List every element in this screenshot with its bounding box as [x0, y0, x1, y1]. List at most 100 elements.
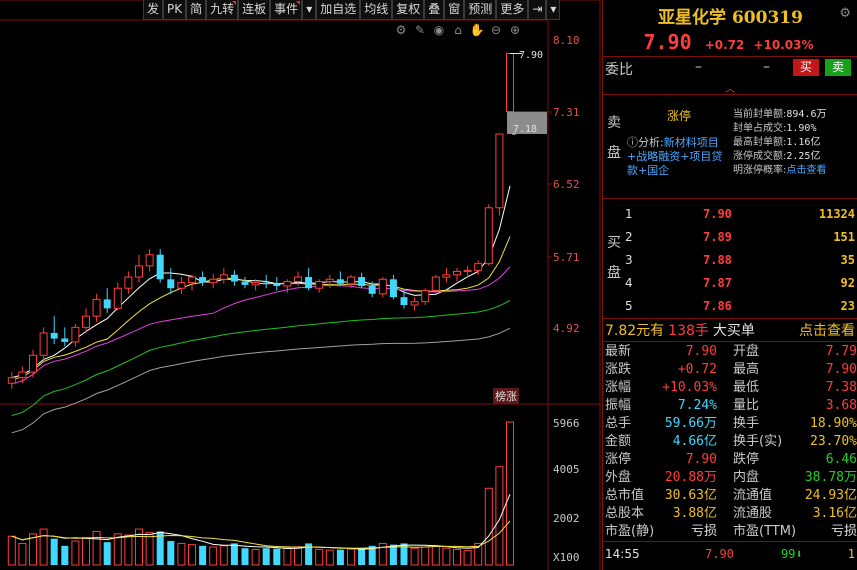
kline-chart-area[interactable]: 发 PK 简九转 连板 事件 ▾ 加自选 均线 复权叠窗预测 更多 ⇥ ▾ ⚙ ✎ ◉ ⌂ ✋ ⊖ ⊕ 8.10 …: [0, 0, 601, 570]
tick-count: 1: [847, 547, 855, 561]
toolbar-button[interactable]: 简: [186, 0, 207, 20]
divider: [603, 94, 857, 95]
stock-name: 亚星化学: [658, 8, 727, 28]
toolbar-button[interactable]: 复权: [392, 0, 425, 20]
tick-time: 14:55: [605, 547, 640, 561]
stat-label: 总市值: [605, 488, 645, 503]
price-axis-tick: 5.71: [553, 251, 580, 264]
stats-row: 外盘 20.88万 内盘 38.78万: [605, 469, 857, 486]
bid-level: 3: [625, 253, 633, 267]
stat-label: 涨停: [605, 452, 632, 467]
toolbar-button[interactable]: 叠: [424, 0, 445, 20]
stat-label: 市盈(TTM): [733, 524, 797, 539]
candle-body: [251, 282, 260, 286]
volume-bar: [347, 548, 355, 566]
zoom-in-icon[interactable]: ⊕: [507, 22, 523, 38]
candle-body: [283, 281, 292, 287]
candle-body: [199, 277, 207, 283]
candle-body: [315, 281, 324, 289]
rank-tag[interactable]: 榜涨: [493, 388, 519, 404]
zoom-out-icon[interactable]: ⊖: [488, 22, 504, 38]
toolbar-button[interactable]: 事件: [270, 0, 303, 20]
candle-body: [92, 298, 101, 317]
kline-chart[interactable]: [0, 0, 601, 570]
volume-bar: [82, 536, 90, 566]
bid-price: 7.90: [703, 207, 732, 221]
stat-label: 开盘: [733, 344, 760, 359]
chevron-up-icon[interactable]: ︿: [725, 80, 735, 95]
candle-body: [61, 338, 69, 342]
candle-body: [29, 354, 37, 373]
toolbar-button[interactable]: ▾: [302, 0, 317, 20]
stat-value: 7.90: [825, 362, 857, 377]
candle-body: [336, 279, 344, 284]
probability-link[interactable]: 点击查看: [786, 165, 826, 176]
volume-bar: [484, 487, 493, 566]
price-change: +0.72: [704, 38, 745, 52]
toolbar-button[interactable]: 更多: [496, 0, 529, 20]
hand-icon[interactable]: ✋: [469, 22, 485, 38]
stats-row: 涨停 7.90 跌停 6.46: [605, 451, 857, 468]
toolbar-button[interactable]: 连板: [238, 0, 271, 20]
toolbar-button[interactable]: 九转: [206, 0, 239, 20]
lock-icon[interactable]: ⌂: [450, 22, 466, 38]
ma120-line: [11, 327, 511, 434]
stats-row: 市盈(静) 亏损 市盈(TTM) 亏损: [605, 523, 857, 540]
candle-body: [453, 270, 461, 276]
stat-value: 59.66万: [664, 416, 717, 431]
volume-axis-tick: 5966: [553, 417, 580, 430]
pen-icon[interactable]: ✎: [412, 22, 428, 38]
stat-label: 涨跌: [605, 362, 632, 377]
bid-level-row[interactable]: 2 7.89 151: [625, 226, 855, 249]
toolbar-button[interactable]: PK: [163, 0, 187, 20]
volume-axis-tick: 2002: [553, 512, 580, 525]
toolbar-button[interactable]: 预测: [464, 0, 497, 20]
weibi-label: 委比: [605, 62, 633, 78]
limit-up-analysis[interactable]: ⓘ分析:新材料项目+战略融资+项目贷款+国企: [627, 136, 731, 178]
candle-body: [82, 315, 90, 328]
buy-button[interactable]: 买: [793, 59, 819, 76]
candle-body: [410, 301, 419, 306]
limit-up-title: 涨停: [667, 109, 692, 123]
stat-value: 3.88亿: [672, 506, 717, 521]
bid-level-row[interactable]: 5 7.86 23: [625, 295, 855, 318]
toolbar-button[interactable]: ⇥: [528, 0, 547, 20]
candle-body: [294, 276, 302, 283]
toolbar-button[interactable]: 均线: [360, 0, 393, 20]
big-order-text: 大买单: [712, 323, 755, 339]
candle-body: [442, 274, 451, 278]
bid-level-row[interactable]: 4 7.87 92: [625, 272, 855, 295]
toolbar-button[interactable]: ▾: [546, 0, 561, 20]
settings-icon[interactable]: ⚙: [393, 22, 409, 38]
candle-body: [39, 332, 48, 356]
bid-level: 4: [625, 276, 633, 290]
candle-body: [156, 254, 164, 280]
sell-button[interactable]: 卖: [825, 59, 851, 76]
stats-row: 金额 4.66亿 换手(实) 23.70%: [605, 433, 857, 450]
candle-body: [145, 254, 154, 267]
bid-level-row[interactable]: 1 7.90 11324: [625, 203, 855, 226]
last-tick-row: 14:55 7.90 99⬇ 1: [605, 545, 857, 563]
candle-body: [188, 276, 196, 284]
big-order-link[interactable]: 点击查看: [799, 322, 855, 340]
limit-up-box: 涨停 ⓘ分析:新材料项目+战略融资+项目贷款+国企: [627, 96, 731, 186]
gear-icon[interactable]: ⚙: [839, 6, 851, 21]
toolbar-button[interactable]: 发: [143, 0, 164, 20]
weibi-value: –: [695, 59, 702, 75]
toolbar-button[interactable]: 加自选: [316, 0, 361, 20]
stat-value: 24.93亿: [804, 488, 857, 503]
stat-value: +0.72: [677, 362, 717, 377]
eye-icon[interactable]: ◉: [431, 22, 447, 38]
stat-value: 18.90%: [810, 416, 857, 431]
volume-bar: [495, 466, 504, 566]
candle-body: [241, 281, 249, 285]
candle-body: [273, 283, 281, 286]
volume-bar: [7, 535, 16, 566]
volume-bar: [506, 421, 514, 566]
stat-label: 跌停: [733, 452, 760, 467]
toolbar-button[interactable]: 窗: [444, 0, 465, 20]
limit-up-probability: 明涨停概率:点击查看: [733, 165, 827, 176]
bid-level-row[interactable]: 3 7.88 35: [625, 249, 855, 272]
candle-body: [325, 278, 334, 283]
bid-level: 5: [625, 299, 633, 313]
